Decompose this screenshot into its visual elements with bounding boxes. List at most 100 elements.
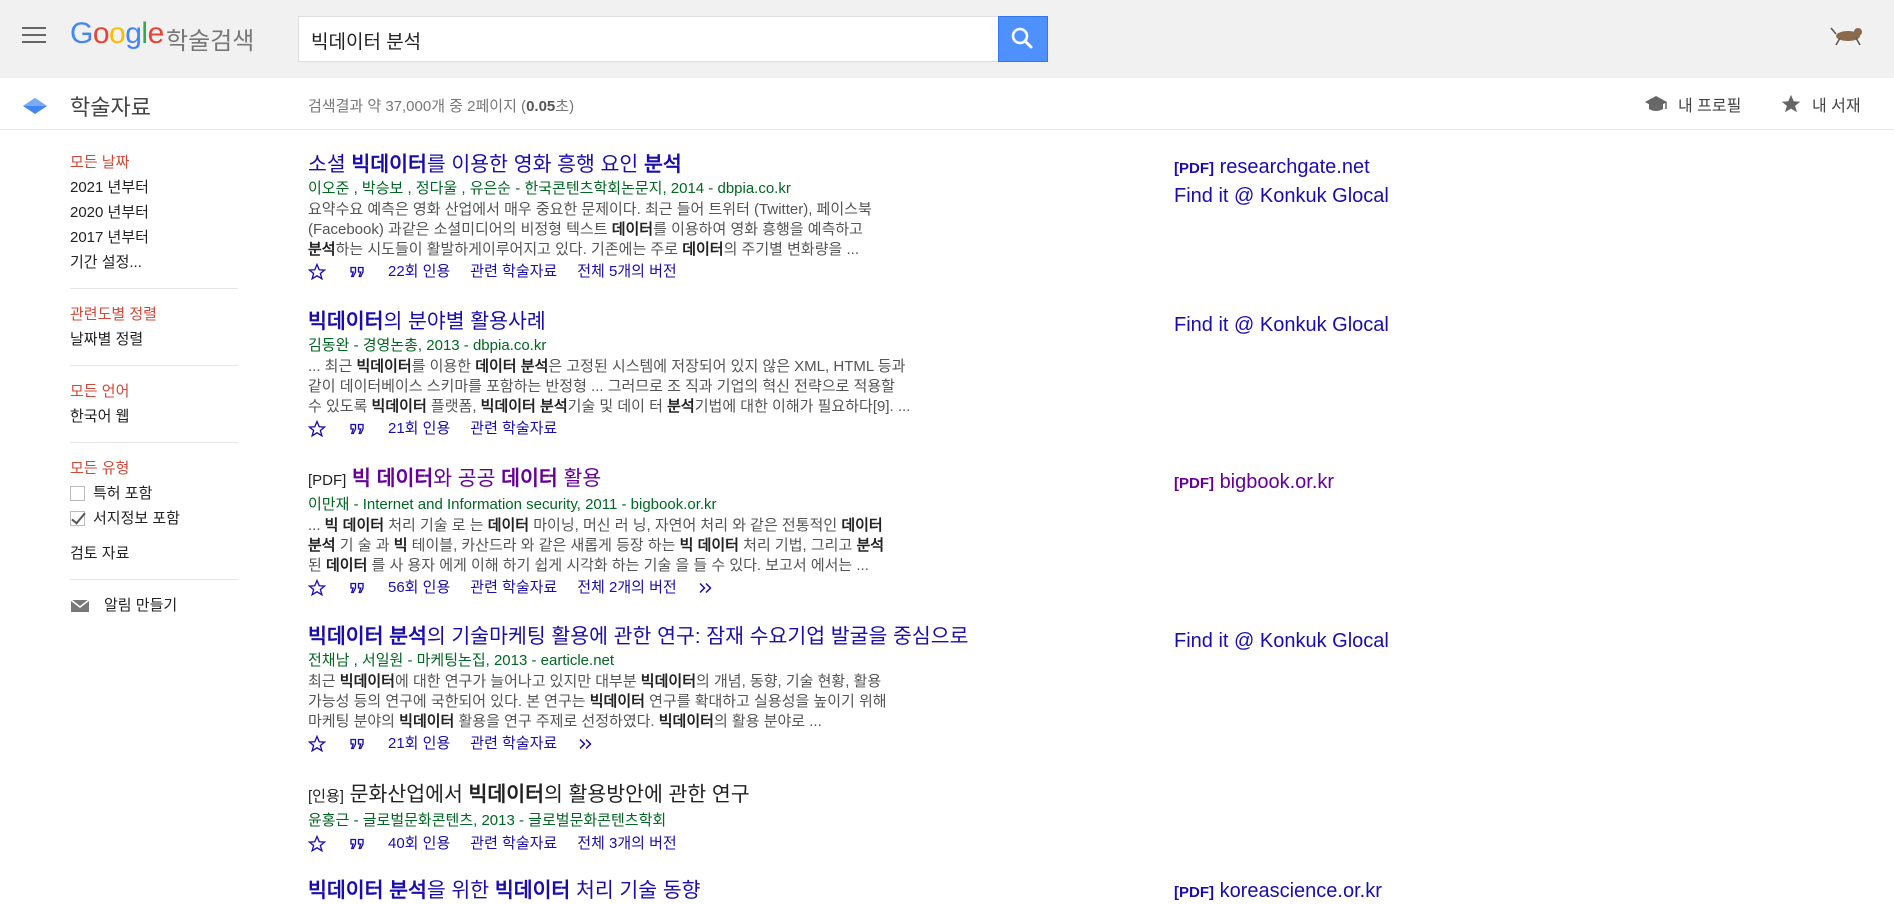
all-versions-link[interactable]: 전체 2개의 버전 — [577, 577, 676, 599]
result-time: 0.05 — [526, 98, 556, 115]
result-item: 빅데이터 분석을 위한 빅데이터 처리 기술 동향 — [308, 878, 1068, 904]
result-title-link[interactable]: 빅데이터 분석을 위한 빅데이터 처리 기술 동향 — [308, 878, 1068, 904]
filter-since-2017[interactable]: 2017 년부터 — [70, 225, 240, 250]
sort-by-relevance[interactable]: 관련도별 정렬 — [70, 302, 240, 327]
filter-since-2020[interactable]: 2020 년부터 — [70, 200, 240, 225]
create-alert-link[interactable]: 알림 만들기 — [70, 593, 240, 618]
hamburger-menu-icon[interactable] — [22, 27, 46, 45]
cited-by-link[interactable]: 56회 인용 — [388, 577, 450, 599]
include-citations-checkbox[interactable]: 서지정보 포함 — [70, 506, 240, 531]
result-item: [인용] 문화산업에서 빅데이터의 활용방안에 관한 연구 윤홍근 - 글로벌문… — [308, 782, 1068, 855]
find-it-link[interactable]: Find it @ Konkuk Glocal — [1174, 185, 1389, 208]
my-library-link[interactable]: 내 서재 — [1780, 90, 1861, 118]
filter-any-type[interactable]: 모든 유형 — [70, 456, 240, 481]
all-versions-link[interactable]: 전체 5개의 버전 — [577, 261, 676, 283]
related-articles-link[interactable]: 관련 학술자료 — [470, 261, 557, 283]
more-chevrons-icon[interactable] — [577, 735, 595, 753]
result-item: 빅데이터의 분야별 활용사례 김동완 - 경영논총, 2013 - dbpia.… — [308, 309, 1068, 440]
checkbox-unchecked[interactable] — [70, 486, 85, 501]
divider — [70, 365, 238, 366]
cite-quote-icon[interactable] — [348, 263, 366, 281]
divider — [70, 579, 238, 580]
find-it-link[interactable]: Find it @ Konkuk Glocal — [1174, 630, 1389, 653]
filter-korean-web[interactable]: 한국어 웹 — [70, 404, 240, 429]
sub-bar: 학술자료 검색결과 약 37,000개 중 2페이지 (0.05초) 내 프로필… — [0, 78, 1894, 130]
my-profile-link[interactable]: 내 프로필 — [1644, 90, 1741, 118]
save-star-icon[interactable] — [308, 835, 326, 853]
more-chevrons-icon[interactable] — [697, 579, 715, 597]
result-title-link[interactable]: 소셜 빅데이터를 이용한 영화 흥행 요인 분석 — [308, 152, 1068, 178]
related-articles-link[interactable]: 관련 학술자료 — [470, 577, 557, 599]
all-versions-link[interactable]: 전체 3개의 버전 — [577, 833, 676, 855]
pdf-link[interactable]: [PDF] koreascience.or.kr — [1174, 880, 1382, 903]
citation-tag: [인용] — [308, 788, 344, 805]
pdf-source: koreascience.or.kr — [1219, 880, 1382, 902]
my-library-label: 내 서재 — [1812, 98, 1861, 115]
top-bar: Google 학술검색 빅데이터 분석 — [0, 0, 1894, 78]
result-count-prefix: 검색결과 약 37,000개 중 2페이지 ( — [308, 98, 527, 115]
cite-quote-icon[interactable] — [348, 579, 366, 597]
pdf-tag: [PDF] — [308, 472, 347, 489]
result-actions: 22회 인용 관련 학술자료 전체 5개의 버전 — [308, 261, 1068, 283]
cite-quote-icon[interactable] — [348, 420, 366, 438]
pdf-link[interactable]: [PDF] researchgate.net — [1174, 156, 1370, 179]
result-actions: 56회 인용 관련 학술자료 전체 2개의 버전 — [308, 577, 1068, 599]
filter-sidebar: 모든 날짜 2021 년부터 2020 년부터 2017 년부터 기간 설정..… — [70, 150, 240, 618]
my-profile-label: 내 프로필 — [1678, 98, 1742, 115]
save-star-icon[interactable] — [308, 579, 326, 597]
cite-quote-icon[interactable] — [348, 735, 366, 753]
result-snippet: ... 빅 데이터 처리 기술 로 는 데이터 마이닝, 머신 러 닝, 자연어… — [308, 517, 885, 574]
pdf-source: researchgate.net — [1219, 156, 1370, 178]
pdf-label: [PDF] — [1174, 160, 1214, 177]
related-articles-link[interactable]: 관련 학술자료 — [470, 418, 557, 440]
envelope-icon — [70, 598, 90, 612]
filter-since-2021[interactable]: 2021 년부터 — [70, 175, 240, 200]
pdf-label: [PDF] — [1174, 475, 1214, 492]
result-title-link[interactable]: 빅데이터 분석의 기술마케팅 활용에 관한 연구: 잠재 수요기업 발굴을 중심… — [308, 624, 1068, 650]
filter-custom-range[interactable]: 기간 설정... — [70, 250, 240, 275]
include-citations-label: 서지정보 포함 — [93, 510, 180, 527]
avatar[interactable] — [1830, 20, 1866, 48]
result-item: 소셜 빅데이터를 이용한 영화 흥행 요인 분석 이오준 , 박승보 , 정다울… — [308, 152, 1068, 283]
result-item: 빅데이터 분석의 기술마케팅 활용에 관한 연구: 잠재 수요기업 발굴을 중심… — [308, 624, 1068, 755]
result-snippet: 요약수요 예측은 영화 산업에서 매우 중요한 문제이다. 최근 들어 트위터 … — [308, 201, 872, 258]
cited-by-link[interactable]: 21회 인용 — [388, 733, 450, 755]
cited-by-link[interactable]: 40회 인용 — [388, 833, 450, 855]
cited-by-link[interactable]: 22회 인용 — [388, 261, 450, 283]
result-snippet: ... 최근 빅데이터를 이용한 데이터 분석은 고정된 시스템에 저장되어 있… — [308, 358, 911, 415]
result-title-link[interactable]: 빅데이터의 분야별 활용사례 — [308, 309, 1068, 335]
divider — [70, 442, 238, 443]
save-star-icon[interactable] — [308, 735, 326, 753]
result-snippet: 최근 빅데이터에 대한 연구가 늘어나고 있지만 대부분 빅데이터의 개념, 동… — [308, 673, 887, 730]
cite-quote-icon[interactable] — [348, 835, 366, 853]
pdf-label: [PDF] — [1174, 884, 1214, 901]
save-star-icon[interactable] — [308, 263, 326, 281]
related-articles-link[interactable]: 관련 학술자료 — [470, 833, 557, 855]
related-articles-link[interactable]: 관련 학술자료 — [470, 733, 557, 755]
scholar-cap-icon — [23, 98, 47, 114]
include-patents-checkbox[interactable]: 특허 포함 — [70, 481, 240, 506]
pdf-link[interactable]: [PDF] bigbook.or.kr — [1174, 471, 1334, 494]
result-count-suffix: 초) — [555, 98, 575, 115]
filter-review-articles[interactable]: 검토 자료 — [70, 541, 240, 566]
result-title: [인용] 문화산업에서 빅데이터의 활용방안에 관한 연구 — [308, 783, 750, 806]
search-icon — [1011, 27, 1033, 49]
cited-by-link[interactable]: 21회 인용 — [388, 418, 450, 440]
google-logo[interactable]: Google — [70, 17, 164, 51]
result-actions: 21회 인용 관련 학술자료 — [308, 733, 1068, 755]
result-title-link[interactable]: [PDF] 빅 데이터와 공공 데이터 활용 — [308, 466, 1068, 494]
result-meta: 이오준 , 박승보 , 정다울 , 유은순 - 한국콘텐츠학회논문지, 2014… — [308, 180, 791, 197]
save-star-icon[interactable] — [308, 420, 326, 438]
divider — [70, 288, 238, 289]
include-patents-label: 특허 포함 — [93, 485, 153, 502]
filter-any-time[interactable]: 모든 날짜 — [70, 150, 240, 175]
filter-any-language[interactable]: 모든 언어 — [70, 379, 240, 404]
search-input[interactable]: 빅데이터 분석 — [298, 16, 1000, 62]
result-meta: 김동완 - 경영논총, 2013 - dbpia.co.kr — [308, 337, 547, 354]
find-it-link[interactable]: Find it @ Konkuk Glocal — [1174, 314, 1389, 337]
checkbox-checked[interactable] — [70, 511, 85, 526]
search-button[interactable] — [998, 16, 1048, 62]
logo-subtitle: 학술검색 — [166, 28, 255, 55]
sort-by-date[interactable]: 날짜별 정렬 — [70, 327, 240, 352]
star-icon — [1781, 94, 1801, 113]
